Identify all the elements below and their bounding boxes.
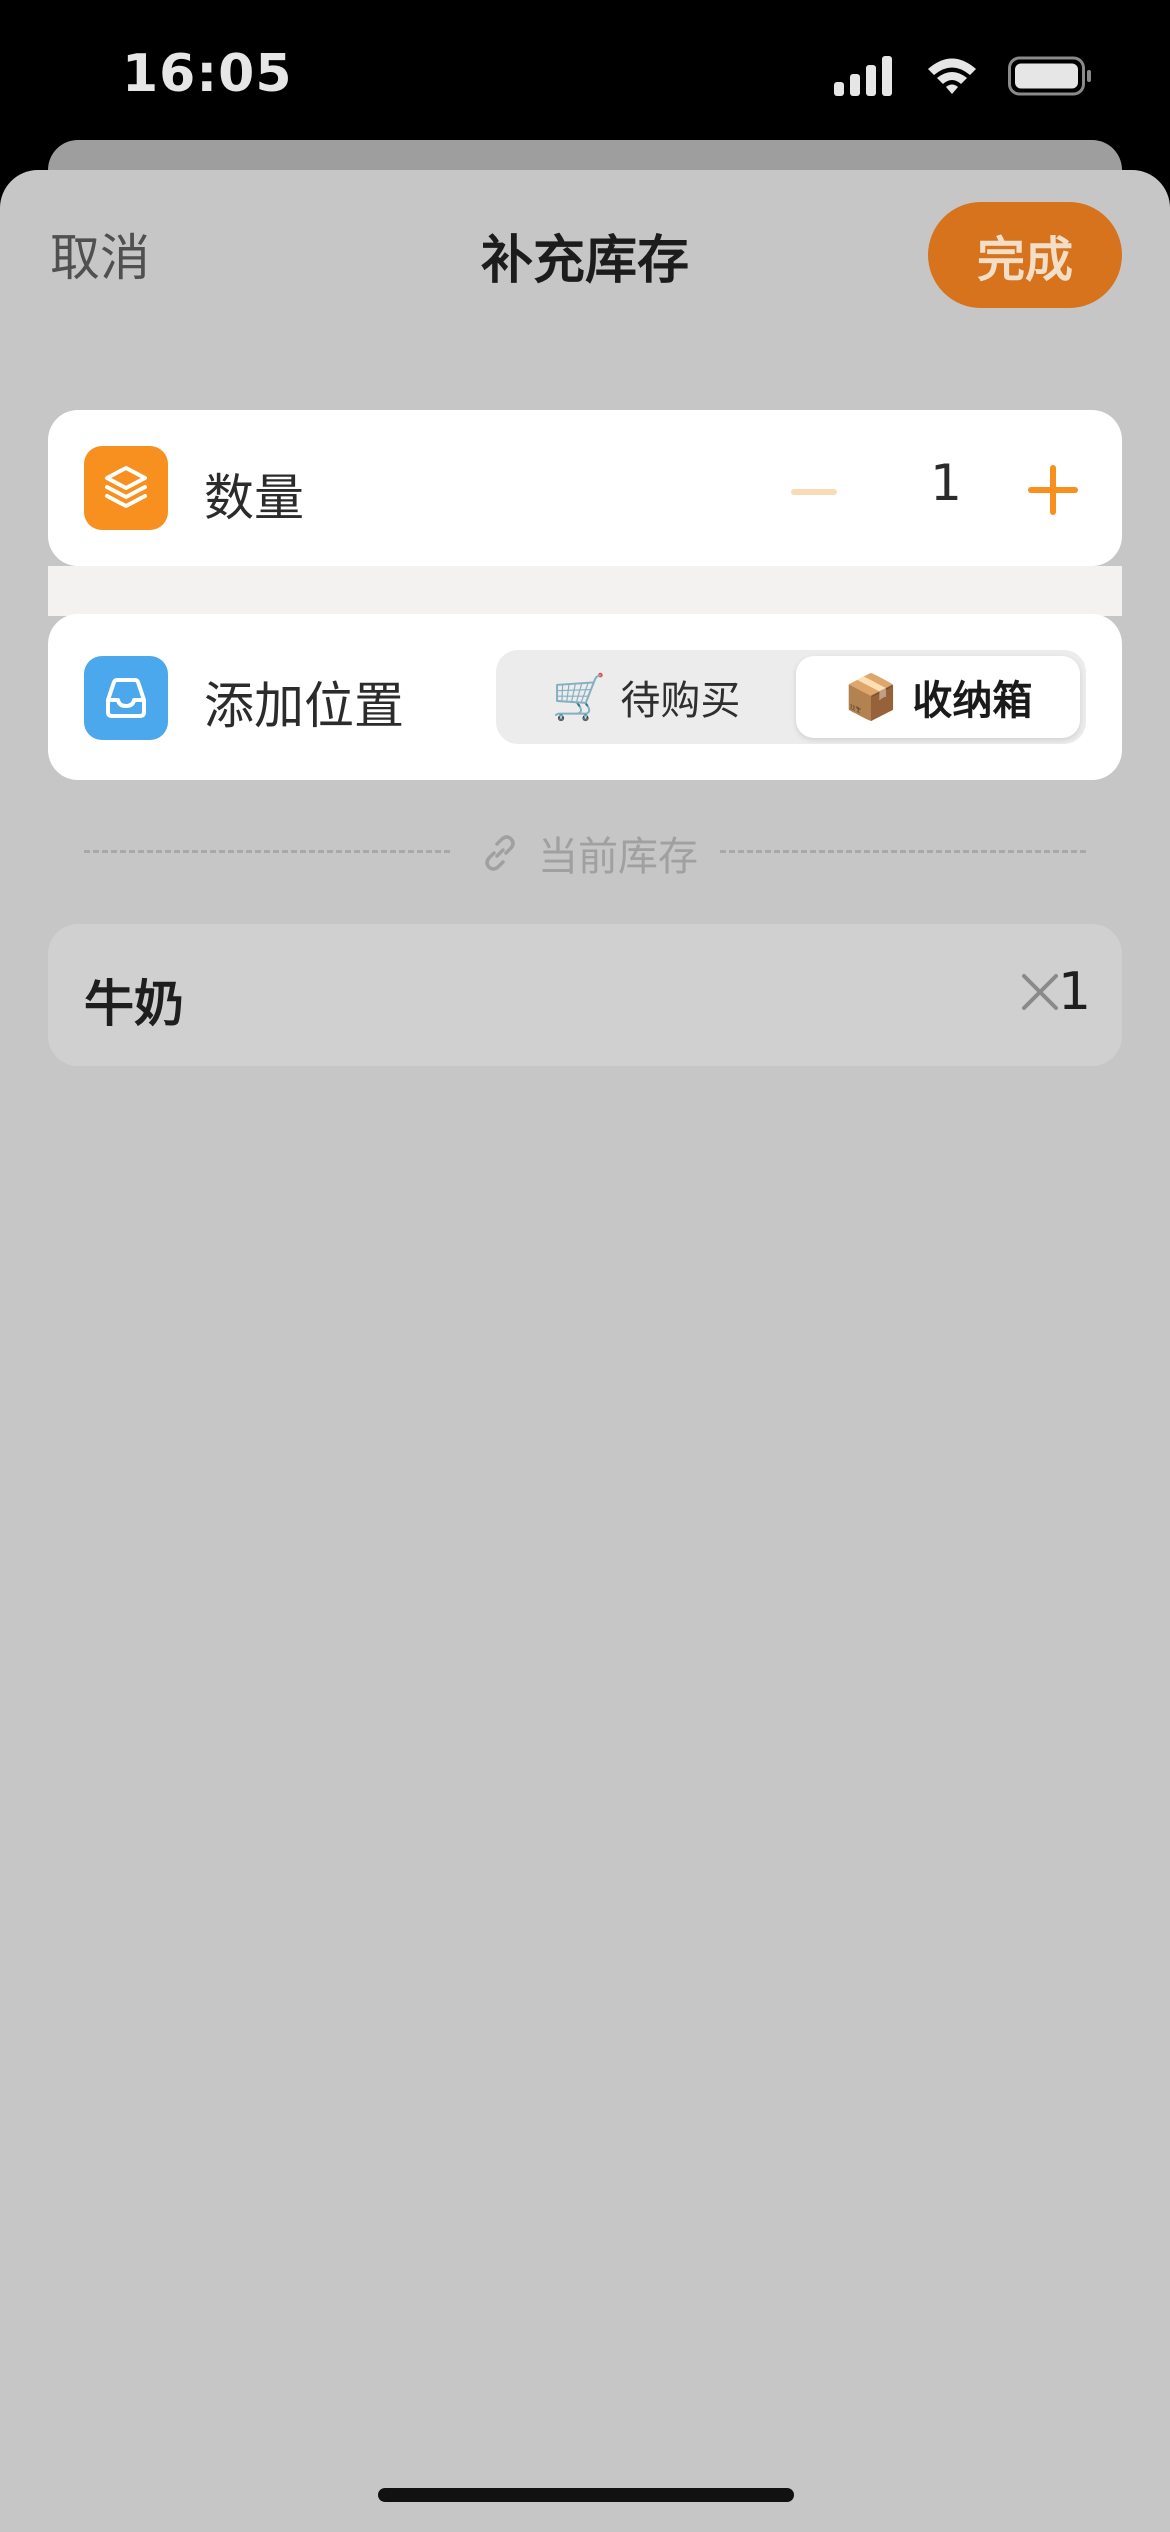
location-option-label: 待购买: [620, 678, 741, 724]
cart-icon: 🛒: [551, 672, 607, 723]
quantity-value: 1: [930, 454, 962, 512]
status-bar: 16:05: [0, 0, 1170, 150]
quantity-label: 数量: [204, 469, 304, 527]
location-option-label: 收纳箱: [912, 678, 1033, 724]
current-stock-heading: 当前库存: [480, 824, 698, 882]
tray-icon: [84, 656, 168, 740]
status-time: 16:05: [122, 44, 293, 104]
cancel-button[interactable]: 取消: [50, 218, 150, 290]
multiply-icon: [1022, 974, 1058, 1010]
current-stock-divider: 当前库存: [84, 824, 1086, 880]
list-item[interactable]: 牛奶 1: [48, 924, 1122, 1066]
location-segmented-control: 🛒 待购买 📦 收纳箱: [496, 650, 1086, 744]
location-option-to-buy[interactable]: 🛒 待购买: [502, 656, 790, 738]
location-row: 添加位置 🛒 待购买 📦 收纳箱: [48, 614, 1122, 780]
package-icon: 📦: [843, 672, 899, 723]
battery-icon: [1008, 56, 1091, 96]
current-stock-label: 当前库存: [538, 834, 698, 880]
signal-icon: [834, 56, 892, 96]
quantity-row: 数量 1: [48, 410, 1122, 566]
dashed-line: [84, 850, 450, 853]
done-button[interactable]: 完成: [928, 202, 1122, 308]
layers-icon: [84, 446, 168, 530]
wifi-icon: [928, 58, 976, 94]
plus-icon[interactable]: [1021, 458, 1085, 522]
minus-icon[interactable]: [784, 462, 844, 522]
link-icon: [485, 835, 515, 871]
home-indicator[interactable]: [378, 2488, 794, 2502]
status-icons: [834, 56, 1092, 96]
stock-item-name: 牛奶: [84, 975, 184, 1033]
location-option-storage-box[interactable]: 📦 收纳箱: [796, 656, 1080, 738]
row-separator: [48, 566, 1122, 616]
dashed-line: [720, 850, 1086, 853]
location-label: 添加位置: [204, 677, 404, 735]
stock-item-count: 1: [1058, 962, 1092, 1022]
